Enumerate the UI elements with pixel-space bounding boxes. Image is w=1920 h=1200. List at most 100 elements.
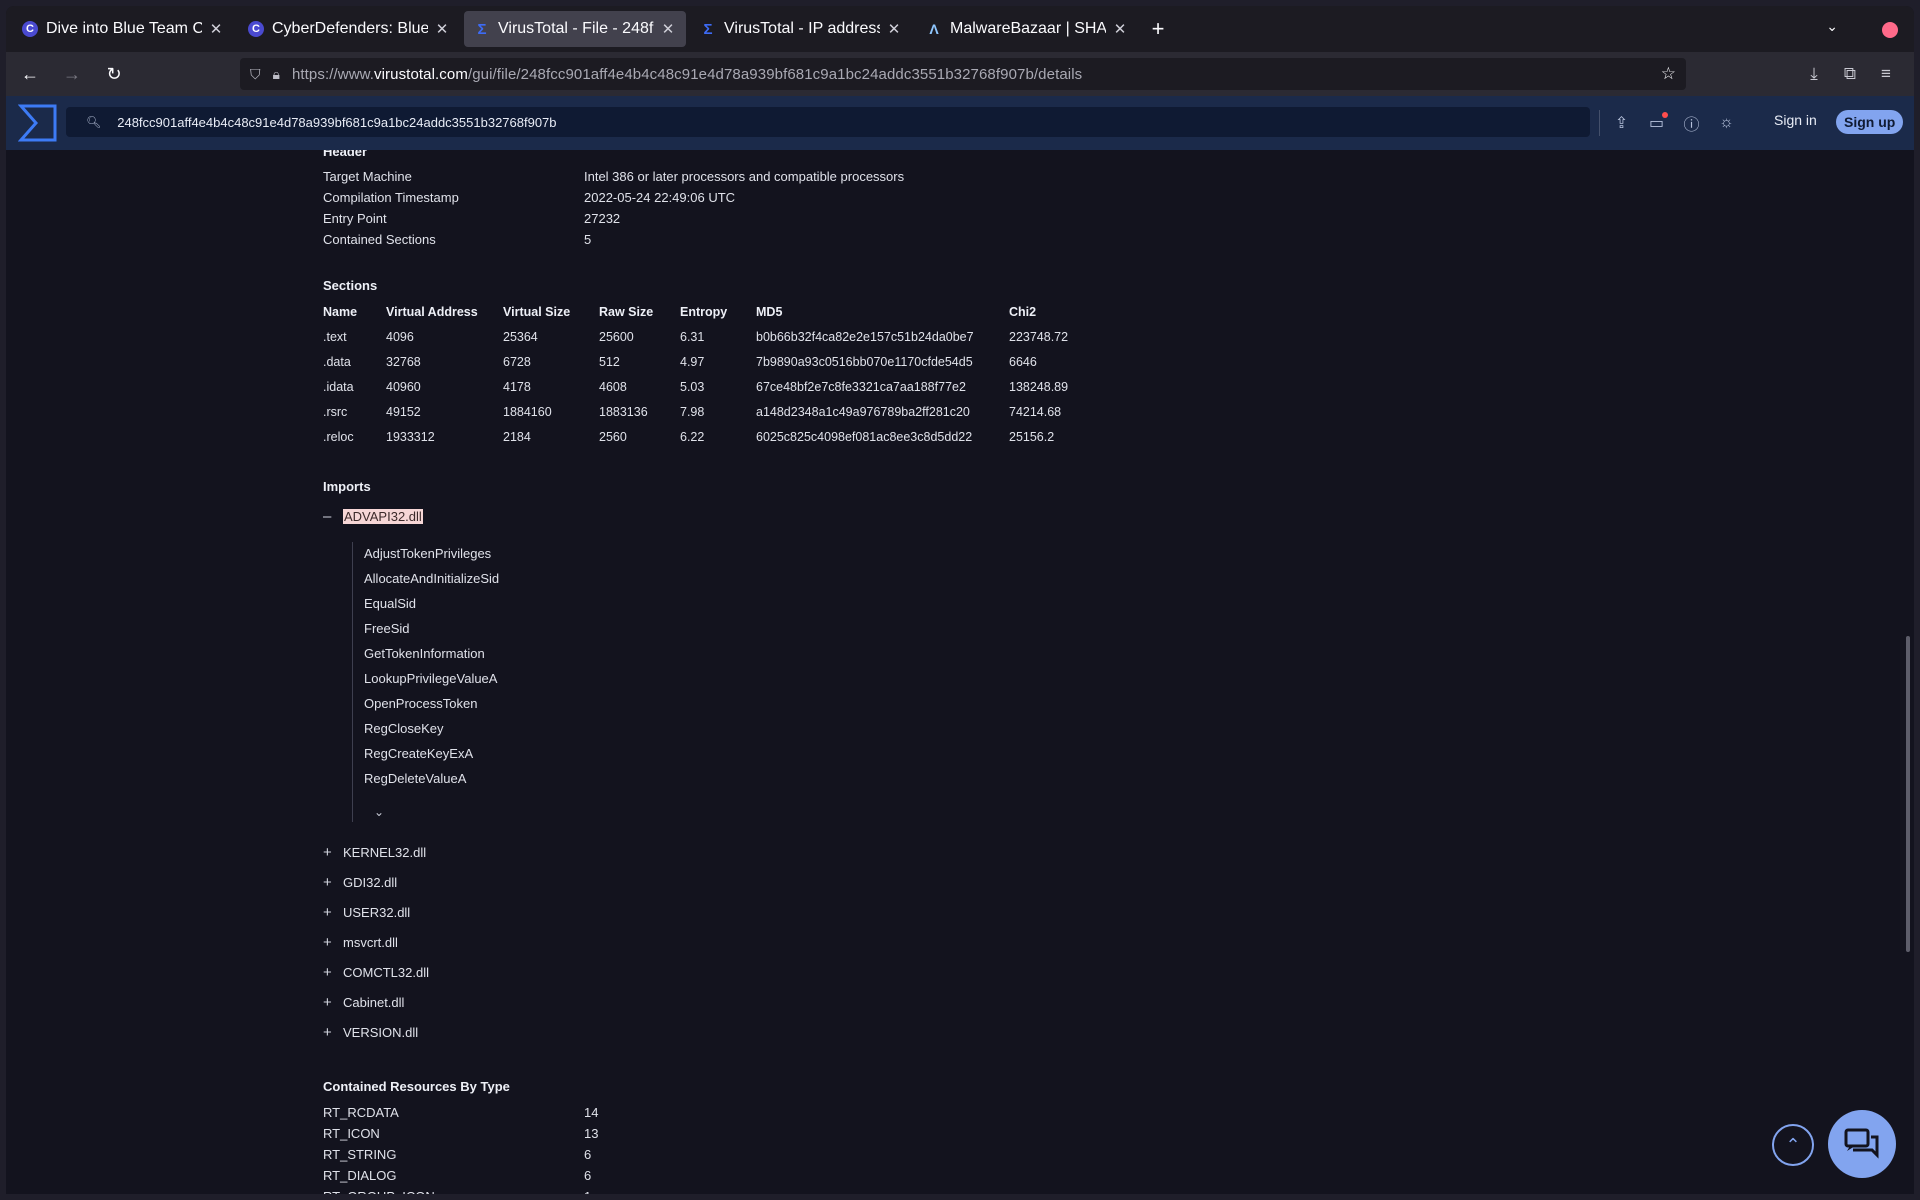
column-header: Name (323, 305, 358, 319)
toolbar-right: ⤓ ⧉ ≡ (1796, 58, 1904, 90)
tab-virustotal-ip[interactable]: Σ VirusTotal - IP address - 7 ✕ (690, 11, 912, 47)
import-library-cabinet[interactable]: + Cabinet.dll (323, 994, 404, 1011)
header-icons: ⇪ ▭ ⓘ ☼ (1604, 110, 1744, 136)
collapse-icon[interactable]: – (323, 508, 343, 525)
table-cell: 7.98 (680, 405, 705, 419)
page-scrollbar[interactable] (1906, 636, 1910, 952)
search-icon: 🔍︎ (86, 115, 102, 129)
table-cell: 74214.68 (1009, 405, 1062, 419)
upload-icon[interactable]: ⇪ (1604, 110, 1639, 136)
search-input[interactable]: 🔍︎ 248fcc901aff4e4b4c48c91e4d78a939bf681… (66, 107, 1590, 137)
url-text[interactable]: https://www.virustotal.com/gui/file/248f… (292, 66, 1082, 83)
import-library-msvcrt[interactable]: + msvcrt.dll (323, 934, 398, 951)
navigation-bar: ← → ↻ ⛉ 🔒︎ https://www.virustotal.com/gu… (6, 52, 1914, 96)
close-icon[interactable]: ✕ (660, 20, 676, 38)
library-name[interactable]: GDI32.dll (343, 875, 397, 890)
bookmark-star-icon[interactable]: ☆ (1661, 64, 1676, 84)
new-tab-button[interactable]: + (1142, 13, 1174, 45)
expand-icon[interactable]: + (323, 994, 343, 1011)
shield-icon[interactable]: ⛉ (250, 66, 261, 83)
show-more-chevron-icon[interactable]: ⌄ (374, 805, 384, 819)
sign-up-button[interactable]: Sign up (1836, 110, 1904, 134)
theme-toggle-icon[interactable]: ☼ (1709, 110, 1744, 136)
table-cell: 4178 (503, 380, 531, 394)
sections-title: Sections (323, 278, 378, 293)
browser-window: C Dive into Blue Team CTF ( ✕ C CyberDef… (6, 6, 1914, 1194)
table-cell: a148d2348a1c49a976789ba2ff281c20 (756, 405, 970, 419)
table-cell: 1883136 (599, 405, 648, 419)
table-cell: 1933312 (386, 430, 435, 444)
library-name[interactable]: USER32.dll (343, 905, 410, 920)
close-icon[interactable]: ✕ (208, 20, 224, 38)
expand-icon[interactable]: + (323, 904, 343, 921)
chat-support-button[interactable] (1828, 1110, 1896, 1178)
tab-virustotal-file[interactable]: Σ VirusTotal - File - 248fcc9 ✕ (464, 11, 686, 47)
tab-dive-into-blue-team[interactable]: C Dive into Blue Team CTF ( ✕ (12, 11, 234, 47)
expand-icon[interactable]: + (323, 934, 343, 951)
close-icon[interactable]: ✕ (434, 20, 450, 38)
window-control-dot[interactable] (1882, 22, 1898, 38)
table-cell: 6.31 (680, 330, 705, 344)
column-header: Virtual Address (386, 305, 478, 319)
divider (1599, 110, 1600, 136)
table-cell: 4096 (386, 330, 414, 344)
library-name[interactable]: KERNEL32.dll (343, 845, 426, 860)
url-bar[interactable]: ⛉ 🔒︎ https://www.virustotal.com/gui/file… (240, 58, 1686, 90)
menu-icon[interactable]: ≡ (1868, 58, 1904, 90)
sign-in-link[interactable]: Sign in (1774, 112, 1817, 128)
table-cell: 223748.72 (1009, 330, 1069, 344)
table-cell: 25600 (599, 330, 634, 344)
table-cell: 2560 (599, 430, 627, 444)
forward-button[interactable]: → (54, 58, 90, 90)
library-name[interactable]: msvcrt.dll (343, 935, 398, 950)
column-header: Raw Size (599, 305, 654, 319)
library-name[interactable]: VERSION.dll (343, 1025, 418, 1040)
tab-malwarebazaar[interactable]: Λ MalwareBazaar | SHA256 ✕ (916, 11, 1138, 47)
import-library-gdi32[interactable]: + GDI32.dll (323, 874, 397, 891)
expand-icon[interactable]: + (323, 844, 343, 861)
back-button[interactable]: ← (12, 58, 48, 90)
library-name[interactable]: ADVAPI32.dll (343, 509, 423, 524)
import-library-advapi32[interactable]: – ADVAPI32.dll (323, 508, 423, 525)
virustotal-logo-icon[interactable] (18, 103, 58, 143)
table-cell: 67ce48bf2e7c8fe3321ca7aa188f77e2 (756, 380, 966, 394)
details-content: Header Target Machine Intel 386 or later… (6, 150, 1914, 1194)
import-function: RegDeleteValueA (364, 771, 467, 786)
table-cell: 1884160 (503, 405, 552, 419)
table-cell: .data (323, 355, 351, 369)
import-function: FreeSid (364, 621, 410, 636)
import-library-comctl32[interactable]: + COMCTL32.dll (323, 964, 429, 981)
close-icon[interactable]: ✕ (1112, 20, 1128, 38)
table-cell: b0b66b32f4ca82e2e157c51b24da0be7 (756, 330, 974, 344)
header-row: Target Machine Intel 386 or later proces… (323, 169, 905, 184)
chat-icon[interactable]: ▭ (1639, 110, 1674, 136)
import-library-kernel32[interactable]: + KERNEL32.dll (323, 844, 426, 861)
lock-icon[interactable]: 🔒︎ (273, 66, 280, 83)
expand-icon[interactable]: + (323, 964, 343, 981)
expand-icon[interactable]: + (323, 1024, 343, 1041)
import-function: LookupPrivilegeValueA (364, 671, 498, 686)
imports-title: Imports (323, 479, 371, 494)
table-cell: 2184 (503, 430, 531, 444)
import-library-user32[interactable]: + USER32.dll (323, 904, 410, 921)
help-icon[interactable]: ⓘ (1674, 110, 1709, 136)
extensions-icon[interactable]: ⧉ (1832, 58, 1868, 90)
close-icon[interactable]: ✕ (886, 20, 902, 38)
library-name[interactable]: Cabinet.dll (343, 995, 404, 1010)
table-cell: .idata (323, 380, 354, 394)
scroll-to-top-button[interactable]: ⌃ (1772, 1124, 1814, 1166)
library-name[interactable]: COMCTL32.dll (343, 965, 429, 980)
table-cell: .reloc (323, 430, 354, 444)
function-list-rail (352, 542, 353, 822)
tab-cyberdefenders[interactable]: C CyberDefenders: Blue tea ✕ (238, 11, 460, 47)
expand-icon[interactable]: + (323, 874, 343, 891)
tab-list-chevron-icon[interactable]: ⌄ (1826, 18, 1838, 35)
virustotal-header: 🔍︎ 248fcc901aff4e4b4c48c91e4d78a939bf681… (6, 96, 1914, 150)
resource-row: RT_RCDATA 14 (323, 1105, 599, 1120)
import-function: RegCloseKey (364, 721, 444, 736)
import-library-version[interactable]: + VERSION.dll (323, 1024, 418, 1041)
reload-button[interactable]: ↻ (96, 58, 132, 90)
search-value[interactable]: 248fcc901aff4e4b4c48c91e4d78a939bf681c9a… (117, 115, 556, 130)
tab-strip: C Dive into Blue Team CTF ( ✕ C CyberDef… (6, 6, 1914, 52)
download-icon[interactable]: ⤓ (1796, 58, 1832, 90)
